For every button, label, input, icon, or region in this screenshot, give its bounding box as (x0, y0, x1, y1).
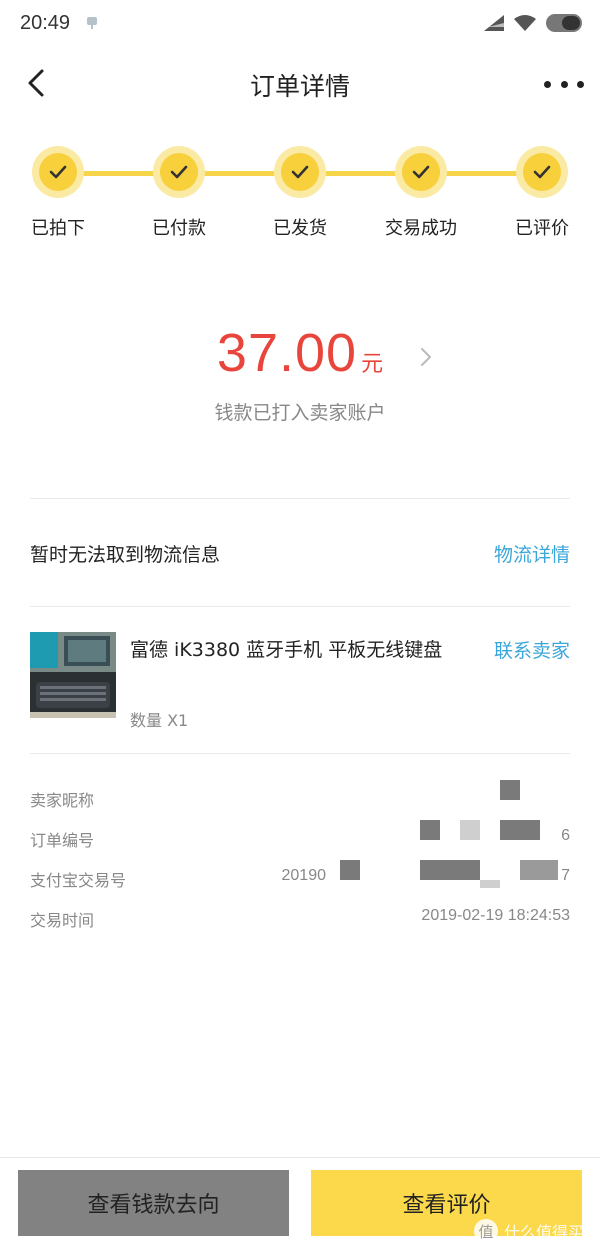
order-number-label: 订单编号 (30, 831, 95, 850)
step-completed: 交易成功 (366, 146, 476, 240)
watermark-text: 什么值得买 (503, 1223, 584, 1242)
battery-icon (546, 14, 582, 32)
check-icon (49, 165, 67, 179)
check-icon (170, 165, 188, 179)
redacted-block (460, 820, 480, 840)
step-paid: 已付款 (124, 146, 234, 240)
step-label: 已发货 (273, 218, 327, 239)
order-number-value: 6 (561, 827, 570, 844)
step-circle (274, 146, 326, 198)
status-bar: 20:49 (0, 0, 600, 50)
trade-time-value: 2019-02-19 18:24:53 (421, 907, 570, 924)
alipay-number-value: 7 (561, 867, 570, 884)
redacted-block (420, 820, 440, 840)
redacted-block (520, 860, 558, 880)
amount-block: 37.00 元 钱款已打入卖家账户 (0, 322, 600, 425)
product-image (30, 632, 116, 718)
more-dot (560, 80, 568, 88)
logistics-status: 暂时无法取到物流信息 (30, 544, 221, 566)
divider (30, 606, 570, 607)
step-label: 已评价 (515, 218, 569, 239)
chevron-right-icon[interactable] (419, 346, 433, 368)
divider (30, 753, 570, 754)
order-info: 卖家昵称 订单编号 6 支付宝交易号 20190 7 交易时间 2019-02-… (30, 780, 570, 944)
step-label: 已拍下 (31, 218, 85, 239)
alipay-number-head: 20190 (281, 867, 327, 884)
view-money-flow-button[interactable]: 查看钱款去向 (18, 1170, 289, 1236)
order-progress: 已拍下 已付款 已发货 交易成功 已评价 (0, 146, 600, 246)
page-title: 订单详情 (249, 72, 350, 101)
step-circle (516, 146, 568, 198)
amount-value: 37.00 (216, 323, 358, 383)
step-label: 已付款 (152, 218, 206, 239)
step-circle (32, 146, 84, 198)
step-circle (395, 146, 447, 198)
step-shipped: 已发货 (245, 146, 355, 240)
trade-time-label: 交易时间 (30, 911, 95, 930)
info-row-seller: 卖家昵称 (30, 780, 570, 824)
contact-seller-link[interactable]: 联系卖家 (494, 636, 570, 663)
product-item: 富德 iK3380 蓝牙手机 平板无线键盘 数量 X1 联系卖家 (30, 630, 570, 730)
wifi-icon (514, 15, 536, 31)
logistics-row: 暂时无法取到物流信息 物流详情 (30, 540, 570, 570)
redacted-block (500, 780, 520, 800)
step-label: 交易成功 (385, 218, 457, 239)
status-time: 20:49 (20, 12, 71, 34)
amount-row[interactable]: 37.00 元 (216, 322, 432, 384)
check-icon (412, 165, 430, 179)
logistics-detail-link[interactable]: 物流详情 (494, 540, 570, 567)
amount-unit: 元 (361, 352, 384, 377)
info-row-time: 交易时间 2019-02-19 18:24:53 (30, 904, 570, 944)
bottom-action-bar: 查看钱款去向 查看评价 值 什么值得买 (0, 1157, 600, 1249)
info-row-alipay: 支付宝交易号 20190 7 (30, 860, 570, 904)
alipay-number-label: 支付宝交易号 (30, 871, 127, 890)
redacted-block (420, 860, 480, 880)
product-quantity: 数量 X1 (130, 711, 189, 730)
check-icon (291, 165, 309, 179)
info-row-order: 订单编号 6 (30, 820, 570, 864)
step-placed: 已拍下 (3, 146, 113, 240)
signal-icon (484, 15, 504, 31)
redacted-block (500, 820, 540, 840)
seller-label: 卖家昵称 (30, 791, 95, 810)
more-dot (544, 80, 551, 88)
amount-note: 钱款已打入卖家账户 (214, 402, 386, 424)
status-icons (484, 14, 582, 32)
nav-bar: 订单详情 (0, 55, 600, 111)
divider (30, 498, 570, 499)
redacted-block (480, 880, 500, 888)
product-thumbnail[interactable] (30, 632, 116, 718)
step-circle (153, 146, 205, 198)
check-icon (533, 165, 551, 179)
step-reviewed: 已评价 (487, 146, 597, 240)
watermark-logo-icon: 值 (473, 1219, 498, 1243)
more-button[interactable] (544, 69, 584, 99)
product-title[interactable]: 富德 iK3380 蓝牙手机 平板无线键盘 (130, 632, 465, 669)
notification-icon (87, 17, 97, 29)
more-dot (577, 80, 584, 88)
watermark: 值 什么值得买 (473, 1219, 584, 1243)
redacted-block (340, 860, 360, 880)
